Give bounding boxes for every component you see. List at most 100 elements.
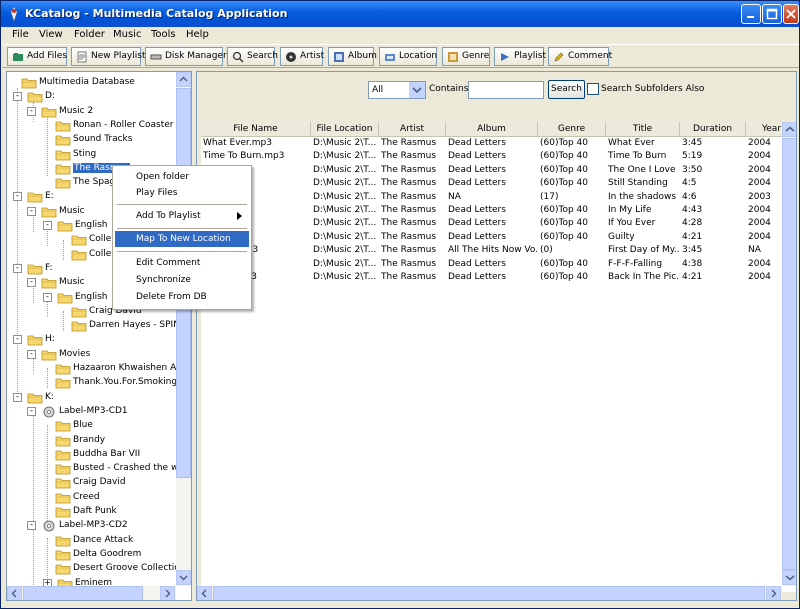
tree-scroll-left-button[interactable] bbox=[7, 586, 22, 600]
table-cell[interactable]: 3:45 bbox=[682, 245, 745, 258]
tree-scroll-up-button[interactable] bbox=[176, 72, 191, 87]
table-cell[interactable]: 3:50 bbox=[682, 165, 745, 178]
collapse-icon[interactable]: - bbox=[13, 92, 22, 102]
menu-view[interactable]: View bbox=[39, 29, 63, 40]
column-header[interactable]: Title bbox=[606, 122, 680, 137]
table-cell[interactable]: The Rasmus bbox=[381, 259, 445, 272]
table-cell[interactable]: Back In The Pic... bbox=[608, 272, 679, 285]
table-cell[interactable]: 4:6 bbox=[682, 192, 745, 205]
table-cell[interactable]: Dead Letters bbox=[448, 178, 537, 191]
table-cell[interactable]: In My Life bbox=[608, 205, 679, 218]
collapse-icon[interactable]: - bbox=[13, 335, 22, 345]
table-scroll-right-button[interactable] bbox=[766, 586, 781, 600]
table-cell[interactable]: D:\Music 2\T... bbox=[313, 205, 378, 218]
table-cell[interactable]: What Ever bbox=[608, 138, 679, 151]
table-cell[interactable]: (17) bbox=[540, 192, 605, 205]
table-cell[interactable]: The Rasmus bbox=[381, 165, 445, 178]
table-cell[interactable]: Dead Letters bbox=[448, 232, 537, 245]
table-cell[interactable]: F-F-F-Falling bbox=[608, 259, 679, 272]
column-header[interactable]: Duration bbox=[680, 122, 746, 137]
search-button[interactable]: Search bbox=[548, 80, 585, 99]
ctx-open-folder[interactable]: Open folder bbox=[115, 169, 249, 185]
column-header[interactable]: Genre bbox=[538, 122, 606, 137]
table-cell[interactable]: (60)Top 40 bbox=[540, 218, 605, 231]
collapse-icon[interactable]: - bbox=[43, 292, 52, 302]
comment-button[interactable]: Comment bbox=[548, 47, 612, 66]
table-cell[interactable]: (60)Top 40 bbox=[540, 205, 605, 218]
table-cell[interactable]: The Rasmus bbox=[381, 272, 445, 285]
table-cell[interactable]: D:\Music 2\T... bbox=[313, 151, 378, 164]
tree-vscrollbar[interactable] bbox=[176, 72, 191, 586]
table-cell[interactable]: All The Hits Now Vo... bbox=[448, 245, 537, 258]
close-button[interactable] bbox=[783, 4, 799, 24]
playlist-button[interactable]: Playlist bbox=[494, 47, 546, 66]
table-cell[interactable]: 4:38 bbox=[682, 259, 745, 272]
collapse-icon[interactable]: - bbox=[43, 221, 52, 230]
table-cell[interactable]: D:\Music 2\T... bbox=[313, 138, 378, 151]
table-cell[interactable]: The Rasmus bbox=[381, 245, 445, 258]
column-header[interactable]: File Name bbox=[201, 122, 311, 137]
collapse-icon[interactable]: - bbox=[27, 278, 36, 288]
menu-help[interactable]: Help bbox=[186, 29, 209, 40]
album-button[interactable]: Album bbox=[328, 47, 377, 66]
table-cell[interactable]: (60)Top 40 bbox=[540, 272, 605, 285]
table-cell[interactable]: Dead Letters bbox=[448, 218, 537, 231]
table-cell[interactable]: D:\Music 2\T... bbox=[313, 165, 378, 178]
table-cell[interactable]: The One I Love bbox=[608, 165, 679, 178]
table-scroll-up-button[interactable] bbox=[782, 122, 796, 137]
table-cell[interactable]: (60)Top 40 bbox=[540, 259, 605, 272]
collapse-icon[interactable]: - bbox=[27, 521, 36, 531]
table-cell[interactable]: 5:19 bbox=[682, 151, 745, 164]
ctx-play-files[interactable]: Play Files bbox=[115, 185, 249, 201]
table-cell[interactable]: Dead Letters bbox=[448, 272, 537, 285]
ctx-map-new-location[interactable]: Map To New Location bbox=[115, 231, 249, 247]
table-cell[interactable]: 3:45 bbox=[682, 138, 745, 151]
table-cell[interactable]: The Rasmus bbox=[381, 192, 445, 205]
collapse-icon[interactable]: - bbox=[27, 106, 36, 116]
maximize-button[interactable] bbox=[762, 4, 782, 24]
table-scroll-down-button[interactable] bbox=[782, 570, 796, 585]
collapse-icon[interactable]: - bbox=[13, 192, 22, 202]
table-vscrollbar[interactable] bbox=[782, 122, 796, 586]
search-subfolders-checkbox[interactable] bbox=[587, 83, 599, 95]
artist-button[interactable]: Artist bbox=[280, 47, 324, 66]
table-cell[interactable]: D:\Music 2\T... bbox=[313, 245, 378, 258]
ctx-add-to-playlist[interactable]: Add To Playlist bbox=[115, 208, 249, 224]
table-cell[interactable]: (60)Top 40 bbox=[540, 178, 605, 191]
table-cell[interactable]: NA bbox=[448, 192, 537, 205]
table-cell[interactable]: D:\Music 2\T... bbox=[313, 218, 378, 231]
table-cell[interactable]: In the shadows bbox=[608, 192, 679, 205]
tree-scroll-right-button[interactable] bbox=[160, 586, 175, 600]
table-cell[interactable]: (60)Top 40 bbox=[540, 165, 605, 178]
table-cell[interactable]: Dead Letters bbox=[448, 259, 537, 272]
table-cell[interactable]: The Rasmus bbox=[381, 218, 445, 231]
table-cell[interactable]: D:\Music 2\T... bbox=[313, 178, 378, 191]
table-cell[interactable]: Dead Letters bbox=[448, 138, 537, 151]
folder-tree[interactable]: Multimedia Database - D: - Music 2 Ronan - Ro… bbox=[6, 71, 192, 601]
ctx-delete-from-db[interactable]: Delete From DB bbox=[115, 289, 249, 305]
table-cell[interactable]: If You Ever bbox=[608, 218, 679, 231]
table-cell[interactable]: Still Standing bbox=[608, 178, 679, 191]
table-cell[interactable]: The Rasmus bbox=[381, 138, 445, 151]
tree-scroll-down-button[interactable] bbox=[176, 570, 191, 585]
table-cell[interactable]: The Rasmus bbox=[381, 178, 445, 191]
menu-folder[interactable]: Folder bbox=[74, 29, 105, 40]
menu-file[interactable]: File bbox=[12, 29, 29, 40]
table-cell[interactable]: (0) bbox=[540, 245, 605, 258]
table-cell[interactable]: The Rasmus bbox=[381, 232, 445, 245]
minimize-button[interactable] bbox=[741, 4, 761, 24]
ctx-edit-comment[interactable]: Edit Comment bbox=[115, 255, 249, 271]
column-header[interactable]: Album bbox=[446, 122, 538, 137]
table-cell[interactable]: The Rasmus bbox=[381, 151, 445, 164]
search-input[interactable] bbox=[468, 81, 544, 99]
table-cell[interactable]: D:\Music 2\T... bbox=[313, 259, 378, 272]
search-toolbar-button[interactable]: Search bbox=[227, 47, 278, 66]
table-cell[interactable]: Dead Letters bbox=[448, 205, 537, 218]
new-playlist-button[interactable]: New Playlist bbox=[71, 47, 145, 66]
table-cell[interactable]: Dead Letters bbox=[448, 165, 537, 178]
table-cell[interactable]: 4:43 bbox=[682, 205, 745, 218]
table-cell[interactable]: Dead Letters bbox=[448, 151, 537, 164]
column-header[interactable]: Artist bbox=[379, 122, 446, 137]
tree-hscrollbar[interactable] bbox=[7, 586, 176, 600]
table-cell[interactable]: The Rasmus bbox=[381, 205, 445, 218]
